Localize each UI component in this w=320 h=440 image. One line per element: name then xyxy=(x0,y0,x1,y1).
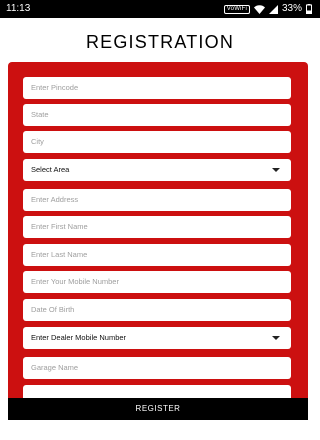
area-select-label: Select Area xyxy=(31,165,70,174)
date-of-birth-input[interactable]: Date Of Birth xyxy=(23,299,291,321)
dropdown-caret-icon xyxy=(272,336,280,340)
register-button[interactable]: REGISTER xyxy=(8,398,308,420)
address-input[interactable]: Enter Address xyxy=(23,189,291,211)
battery-level: 33% xyxy=(281,3,302,14)
battery-icon xyxy=(306,4,312,14)
mobile-number-input[interactable]: Enter Your Mobile Number xyxy=(23,271,291,293)
vowifi-icon: VoWiFi xyxy=(223,4,250,14)
state-input[interactable]: State xyxy=(23,104,291,126)
dealer-mobile-select[interactable]: Enter Dealer Mobile Number xyxy=(23,327,291,349)
registration-form: Enter Pincode State City Select Area Ent… xyxy=(8,62,308,420)
status-time: 11:13 xyxy=(6,3,31,14)
page-title: REGISTRATION xyxy=(85,32,235,52)
city-input[interactable]: City xyxy=(23,131,291,153)
pincode-input[interactable]: Enter Pincode xyxy=(23,77,291,99)
status-icons: VoWiFi 33% xyxy=(223,0,312,18)
area-select[interactable]: Select Area xyxy=(23,159,291,181)
status-bar: 11:13 VoWiFi 33% xyxy=(0,0,320,18)
garage-name-input[interactable]: Garage Name xyxy=(23,357,291,379)
dropdown-caret-icon xyxy=(272,168,280,172)
last-name-input[interactable]: Enter Last Name xyxy=(23,244,291,266)
signal-icon xyxy=(268,4,278,14)
first-name-input[interactable]: Enter First Name xyxy=(23,216,291,238)
wifi-icon xyxy=(253,4,265,14)
dealer-mobile-select-label: Enter Dealer Mobile Number xyxy=(31,333,127,342)
